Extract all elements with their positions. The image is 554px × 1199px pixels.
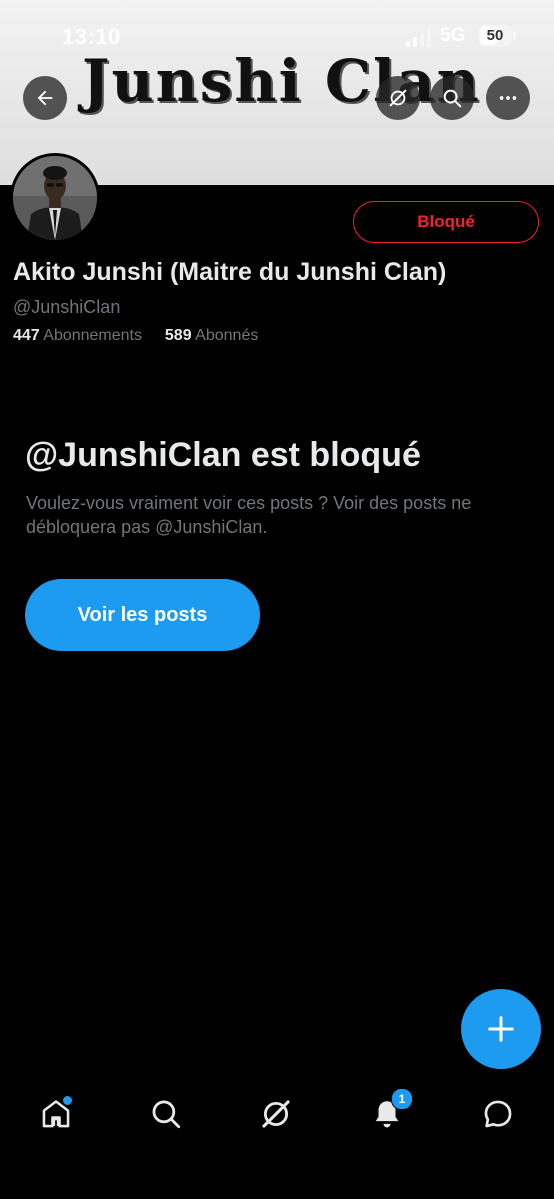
following-link[interactable]: 447 Abonnements <box>13 327 142 344</box>
view-posts-button[interactable]: Voir les posts <box>25 579 260 651</box>
avatar-image <box>13 156 97 240</box>
tab-notifications[interactable]: 1 <box>367 1088 413 1134</box>
blocked-button[interactable]: Bloqué <box>353 201 539 243</box>
back-button[interactable] <box>23 76 67 120</box>
grok-icon <box>389 89 407 107</box>
following-label: Abonnements <box>43 327 142 344</box>
tab-search[interactable] <box>146 1094 186 1134</box>
tab-home[interactable] <box>36 1094 76 1134</box>
avatar[interactable] <box>10 153 100 243</box>
tab-messages[interactable] <box>478 1094 518 1134</box>
home-indicator-area <box>0 1150 554 1199</box>
compose-button[interactable] <box>461 989 541 1069</box>
plus-icon <box>488 1016 514 1042</box>
profile-handle: @JunshiClan <box>13 297 121 317</box>
followers-label: Abonnés <box>195 327 259 344</box>
signal-icon <box>406 29 431 47</box>
notification-badge: 1 <box>391 1088 413 1110</box>
grok-button[interactable] <box>376 76 420 120</box>
tab-grok[interactable] <box>256 1094 296 1134</box>
message-icon <box>484 1100 512 1128</box>
battery-icon: 50 <box>478 25 516 47</box>
search-button[interactable] <box>430 76 474 120</box>
more-button[interactable] <box>486 76 530 120</box>
search-icon <box>443 89 462 108</box>
status-time: 13:10 <box>62 24 121 49</box>
followers-count: 589 <box>164 327 192 344</box>
following-count: 447 <box>13 327 40 344</box>
blocked-description: Voulez-vous vraiment voir ces posts ? Vo… <box>26 493 472 537</box>
network-type: 5G <box>440 25 466 46</box>
grok-icon <box>262 1100 290 1128</box>
follow-stats: 447 Abonnements 589 Abonnés <box>13 327 258 345</box>
search-icon <box>152 1100 181 1129</box>
display-name: Akito Junshi (Maitre du Junshi Clan) <box>13 258 447 286</box>
home-new-indicator <box>62 1095 73 1106</box>
blocked-title: @JunshiClan est bloqué <box>25 436 421 474</box>
more-horizontal-icon <box>499 96 517 100</box>
battery-level: 50 <box>486 27 504 44</box>
bottom-tab-bar: 1 <box>0 1080 554 1150</box>
arrow-left-icon <box>37 90 53 106</box>
status-bar: 13:10 5G 50 <box>0 0 554 70</box>
followers-link[interactable]: 589 Abonnés <box>165 327 258 344</box>
